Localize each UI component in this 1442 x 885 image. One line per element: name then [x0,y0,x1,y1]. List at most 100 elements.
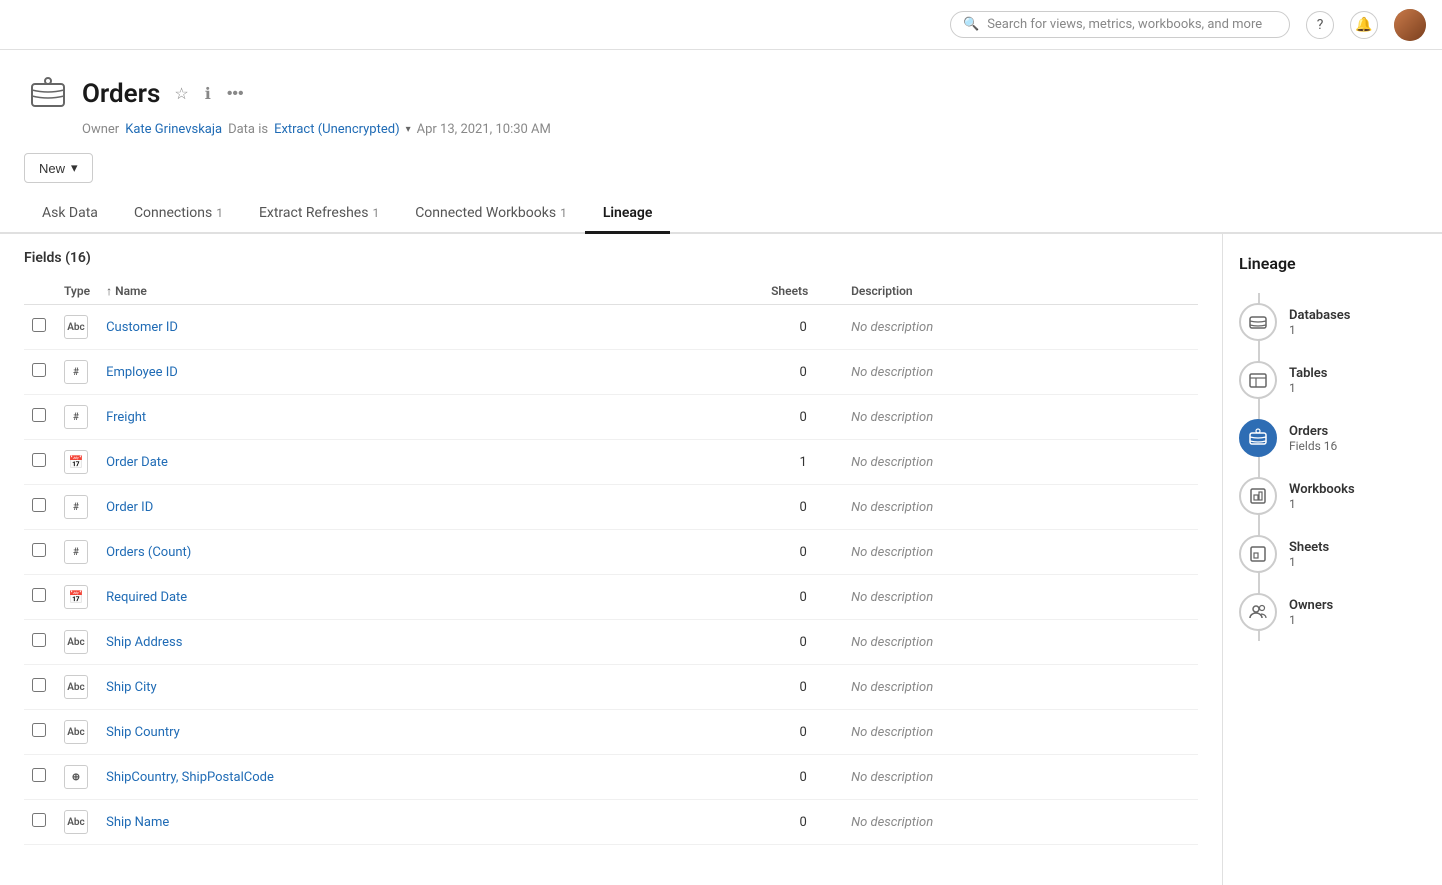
header-actions: ☆ ℹ ••• [170,80,247,108]
type-icon: 📅 [64,450,88,474]
data-type-dropdown[interactable]: ▾ [406,124,411,135]
lineage-item-count: 1 [1289,323,1350,337]
row-checkbox[interactable] [32,453,46,467]
lineage-icon-table [1239,361,1277,399]
table-row: #Freight0No description [24,395,1198,440]
lineage-icon-ds [1239,419,1277,457]
lineage-item-count: 1 [1289,381,1327,395]
field-name-link[interactable]: Ship City [106,680,157,695]
field-name-link[interactable]: Freight [106,410,146,425]
page-meta: Owner Kate Grinevskaja Data is Extract (… [24,122,1418,137]
lineage-icon-sheet [1239,535,1277,573]
data-label: Data is [228,122,268,137]
field-name-link[interactable]: Ship Name [106,815,169,830]
type-icon: # [64,360,88,384]
tabs: Ask DataConnections1Extract Refreshes1Co… [0,195,1442,234]
owner-link[interactable]: Kate Grinevskaja [125,122,222,137]
lineage-item-orders[interactable]: OrdersFields 16 [1239,409,1426,467]
fields-title: Fields (16) [24,250,1198,266]
field-name-link[interactable]: Ship Address [106,635,182,650]
row-checkbox[interactable] [32,813,46,827]
search-placeholder: Search for views, metrics, workbooks, an… [987,17,1262,32]
row-checkbox[interactable] [32,678,46,692]
lineage-item-name: Orders [1289,424,1337,439]
th-name[interactable]: ↑ Name [98,278,763,305]
field-description: No description [843,710,1198,755]
lineage-item-owners[interactable]: Owners1 [1239,583,1426,641]
top-nav-icons: ? 🔔 [1306,9,1426,41]
data-type-link[interactable]: Extract (Unencrypted) [274,122,400,137]
notifications-icon[interactable]: 🔔 [1350,11,1378,39]
field-name-link[interactable]: Order ID [106,500,153,515]
row-checkbox[interactable] [32,588,46,602]
row-checkbox[interactable] [32,408,46,422]
row-checkbox[interactable] [32,633,46,647]
help-icon[interactable]: ? [1306,11,1334,39]
field-sheets: 0 [763,395,843,440]
lineage-item-sheets[interactable]: Sheets1 [1239,525,1426,583]
row-checkbox[interactable] [32,768,46,782]
field-name-link[interactable]: Order Date [106,455,168,470]
fields-table: Type ↑ Name Sheets Description [24,278,1198,845]
field-sheets: 0 [763,350,843,395]
type-icon: Abc [64,315,88,339]
field-description: No description [843,755,1198,800]
avatar[interactable] [1394,9,1426,41]
more-button[interactable]: ••• [223,81,248,107]
page-header: Orders ☆ ℹ ••• Owner Kate Grinevskaja Da… [0,50,1442,149]
field-name-link[interactable]: Employee ID [106,365,178,380]
field-description: No description [843,665,1198,710]
lineage-icon-db [1239,303,1277,341]
tab-connections[interactable]: Connections1 [116,195,241,234]
tab-extract-refreshes[interactable]: Extract Refreshes1 [241,195,397,234]
lineage-item-workbooks[interactable]: Workbooks1 [1239,467,1426,525]
row-checkbox[interactable] [32,723,46,737]
info-button[interactable]: ℹ [201,80,215,108]
table-row: AbcShip City0No description [24,665,1198,710]
lineage-item-tables[interactable]: Tables1 [1239,351,1426,409]
type-icon: 📅 [64,585,88,609]
field-sheets: 0 [763,485,843,530]
row-checkbox[interactable] [32,318,46,332]
favorite-button[interactable]: ☆ [170,80,192,108]
new-btn-area: New ▾ [0,149,1442,195]
table-row: AbcShip Name0No description [24,800,1198,845]
field-name-link[interactable]: ShipCountry, ShipPostalCode [106,770,274,785]
lineage-item-databases[interactable]: Databases1 [1239,293,1426,351]
tab-ask-data[interactable]: Ask Data [24,195,116,234]
lineage-panel-title: Lineage [1239,254,1426,273]
type-icon: Abc [64,675,88,699]
table-row: # Employee ID 0No description [24,350,1198,395]
field-name-link[interactable]: Required Date [106,590,187,605]
field-sheets: 0 [763,305,843,350]
lineage-item-count: Fields 16 [1289,439,1337,453]
tab-count: 1 [560,206,567,220]
page-title: Orders [82,79,160,109]
field-sheets: 0 [763,800,843,845]
type-icon: ⊕ [64,765,88,789]
row-checkbox[interactable] [32,498,46,512]
new-button-arrow: ▾ [71,160,78,176]
type-icon: Abc [64,720,88,744]
tab-lineage[interactable]: Lineage [585,195,671,234]
field-description: No description [843,350,1198,395]
type-icon: # [64,540,88,564]
field-description: No description [843,485,1198,530]
row-checkbox[interactable] [32,543,46,557]
datasource-icon [24,70,72,118]
field-name-link[interactable]: Customer ID [106,320,178,335]
tab-connected-workbooks[interactable]: Connected Workbooks1 [397,195,585,234]
field-sheets: 0 [763,710,843,755]
th-type: Type [56,278,98,305]
field-name-link[interactable]: Orders (Count) [106,545,191,560]
field-description: No description [843,440,1198,485]
field-description: No description [843,575,1198,620]
new-button[interactable]: New ▾ [24,153,93,183]
row-checkbox[interactable] [32,363,46,377]
lineage-item-count: 1 [1289,497,1355,511]
lineage-items: Databases1 Tables1 OrdersFields 16 Workb… [1239,293,1426,641]
field-name-link[interactable]: Ship Country [106,725,180,740]
lineage-item-count: 1 [1289,613,1333,627]
search-bar[interactable]: 🔍 Search for views, metrics, workbooks, … [950,11,1290,38]
table-row: AbcShip Address0No description [24,620,1198,665]
